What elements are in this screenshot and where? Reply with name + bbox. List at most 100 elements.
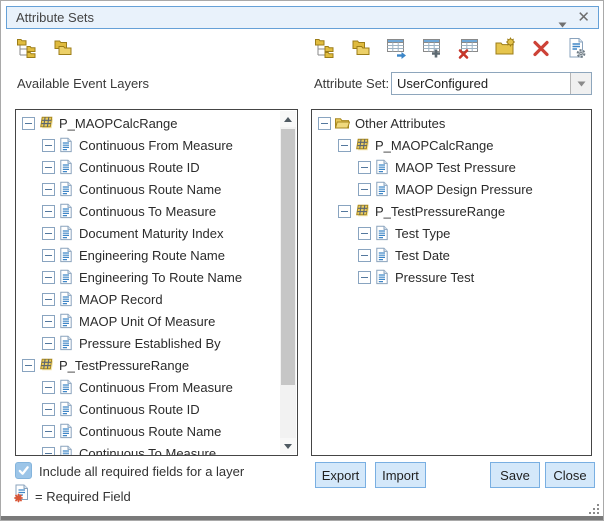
tree-item[interactable]: Pressure Established By [16, 332, 280, 354]
tree-item[interactable]: Continuous Route Name [16, 420, 280, 442]
collapse-minus-icon[interactable] [42, 425, 55, 438]
tree-item[interactable]: P_MAOPCalcRange [16, 112, 280, 134]
collapse-minus-icon[interactable] [42, 183, 55, 196]
folders-icon[interactable] [51, 36, 75, 60]
tree-item-label: MAOP Design Pressure [395, 182, 533, 197]
attribute-set-tree: Other AttributesP_MAOPCalcRange MAOP Test… [312, 112, 591, 288]
collapse-arrow-icon[interactable] [558, 15, 567, 21]
collapse-minus-icon[interactable] [358, 271, 371, 284]
attribute-set-dropdown[interactable]: UserConfigured [391, 72, 592, 95]
tree-item[interactable]: Continuous To Measure [16, 442, 280, 456]
tree-item[interactable]: MAOP Test Pressure [312, 156, 591, 178]
tree-item-label: Pressure Test [395, 270, 474, 285]
layer-icon [354, 137, 370, 153]
table-plus-icon[interactable] [421, 36, 445, 60]
layer-icon [354, 203, 370, 219]
attribute-set-panel: Other AttributesP_MAOPCalcRange MAOP Test… [311, 109, 592, 456]
tree-item[interactable]: Pressure Test [312, 266, 591, 288]
tree-item-label: Pressure Established By [79, 336, 221, 351]
field-icon [374, 269, 390, 285]
dropdown-arrow-icon[interactable] [570, 73, 591, 94]
collapse-minus-icon[interactable] [338, 205, 351, 218]
collapse-minus-icon[interactable] [318, 117, 331, 130]
include-required-fields-label: Include all required fields for a layer [39, 464, 244, 479]
close-button[interactable]: Close [545, 462, 595, 488]
tree-item[interactable]: Continuous To Measure [16, 200, 280, 222]
tree-item-label: MAOP Test Pressure [395, 160, 516, 175]
tree-item[interactable]: MAOP Unit Of Measure [16, 310, 280, 332]
folder-gear-icon[interactable] [493, 36, 517, 60]
layer-tree-icon[interactable] [313, 36, 337, 60]
close-icon[interactable]: ✕ [577, 10, 590, 25]
tree-item[interactable]: Continuous Route Name [16, 178, 280, 200]
tree-item[interactable]: Other Attributes [312, 112, 591, 134]
collapse-minus-icon[interactable] [42, 227, 55, 240]
import-button[interactable]: Import [375, 462, 426, 488]
collapse-minus-icon[interactable] [22, 117, 35, 130]
tree-item-label: MAOP Record [79, 292, 163, 307]
tree-item[interactable]: P_MAOPCalcRange [312, 134, 591, 156]
table-delete-icon[interactable] [457, 36, 481, 60]
tree-item-label: P_MAOPCalcRange [59, 116, 178, 131]
tree-item-label: Document Maturity Index [79, 226, 224, 241]
collapse-minus-icon[interactable] [358, 249, 371, 262]
field-icon [58, 423, 74, 439]
tree-item[interactable]: Document Maturity Index [16, 222, 280, 244]
tree-item-label: Continuous Route ID [79, 402, 200, 417]
export-button[interactable]: Export [315, 462, 366, 488]
collapse-minus-icon[interactable] [358, 161, 371, 174]
collapse-minus-icon[interactable] [42, 447, 55, 457]
collapse-minus-icon[interactable] [42, 249, 55, 262]
collapse-minus-icon[interactable] [42, 271, 55, 284]
required-field-label: = Required Field [35, 489, 131, 504]
collapse-minus-icon[interactable] [338, 139, 351, 152]
field-icon [58, 159, 74, 175]
layer-tree-icon[interactable] [15, 36, 39, 60]
field-icon [58, 269, 74, 285]
field-icon [374, 181, 390, 197]
tree-item[interactable]: P_TestPressureRange [16, 354, 280, 376]
collapse-minus-icon[interactable] [42, 381, 55, 394]
vertical-scrollbar[interactable] [280, 111, 296, 454]
tree-item[interactable]: MAOP Record [16, 288, 280, 310]
collapse-minus-icon[interactable] [42, 161, 55, 174]
tree-item[interactable]: Engineering Route Name [16, 244, 280, 266]
collapse-minus-icon[interactable] [42, 403, 55, 416]
scroll-down-icon[interactable] [280, 438, 296, 454]
tree-item[interactable]: P_TestPressureRange [312, 200, 591, 222]
tree-item[interactable]: Continuous From Measure [16, 134, 280, 156]
attribute-set-value: UserConfigured [392, 76, 570, 91]
red-x-icon[interactable] [529, 36, 553, 60]
scroll-up-icon[interactable] [280, 111, 296, 127]
toolbar-right [313, 36, 589, 60]
folders-icon[interactable] [349, 36, 373, 60]
tree-item[interactable]: Engineering To Route Name [16, 266, 280, 288]
tree-item-label: Test Date [395, 248, 450, 263]
scrollbar-thumb[interactable] [281, 129, 295, 385]
collapse-minus-icon[interactable] [42, 205, 55, 218]
table-arrow-icon[interactable] [385, 36, 409, 60]
tree-item[interactable]: Test Date [312, 244, 591, 266]
collapse-minus-icon[interactable] [42, 337, 55, 350]
tree-item[interactable]: Continuous Route ID [16, 156, 280, 178]
resize-grip[interactable] [587, 502, 599, 514]
include-required-fields-checkbox[interactable] [15, 462, 32, 479]
tree-item-label: Continuous Route ID [79, 160, 200, 175]
tree-item[interactable]: Continuous From Measure [16, 376, 280, 398]
field-icon [374, 159, 390, 175]
tree-item[interactable]: Continuous Route ID [16, 398, 280, 420]
tree-item[interactable]: Test Type [312, 222, 591, 244]
tree-item-label: Continuous From Measure [79, 380, 233, 395]
tree-item[interactable]: MAOP Design Pressure [312, 178, 591, 200]
title-bar[interactable]: Attribute Sets ✕ [6, 6, 599, 29]
collapse-minus-icon[interactable] [358, 227, 371, 240]
document-gear-icon[interactable] [565, 36, 589, 60]
available-event-layers-panel: P_MAOPCalcRange Continuous From Measure Co… [15, 109, 298, 456]
collapse-minus-icon[interactable] [22, 359, 35, 372]
collapse-minus-icon[interactable] [358, 183, 371, 196]
collapse-minus-icon[interactable] [42, 139, 55, 152]
tree-item-label: Engineering Route Name [79, 248, 225, 263]
collapse-minus-icon[interactable] [42, 315, 55, 328]
collapse-minus-icon[interactable] [42, 293, 55, 306]
save-button[interactable]: Save [490, 462, 540, 488]
